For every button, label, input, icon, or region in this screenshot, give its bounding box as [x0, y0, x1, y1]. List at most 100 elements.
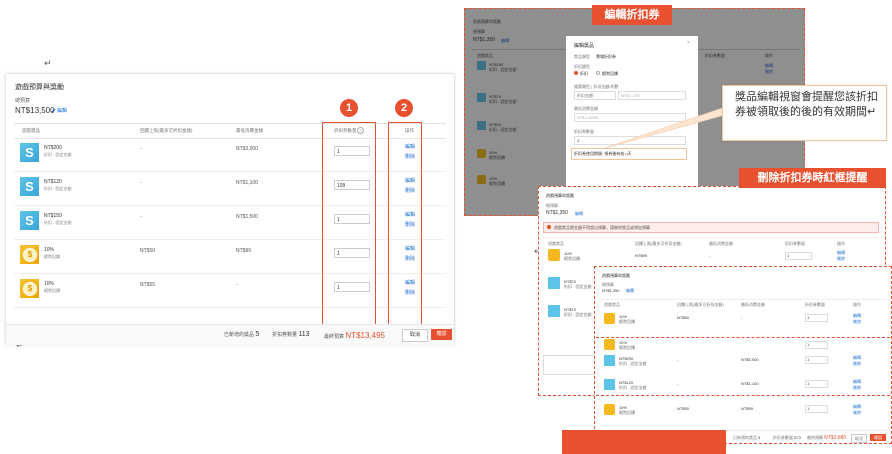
confirm-button[interactable]: 確認: [431, 329, 452, 340]
budget-value: NT$13,500: [15, 106, 55, 115]
shot3-title: 遊戲預算與獎勵: [602, 273, 630, 278]
min-spend-value: NT$1,500: [236, 214, 258, 220]
radio-discount[interactable]: [574, 71, 578, 75]
row-sub: 折扣 - 固定金額: [619, 385, 647, 390]
amount-input[interactable]: NT$ 1-100: [618, 91, 686, 100]
row-sub: 蝦幣回饋: [564, 256, 580, 261]
coin-icon: [604, 313, 615, 324]
min-spend-value: NT$3,000: [236, 146, 258, 152]
row-qty-input[interactable]: 1: [805, 341, 828, 349]
voucher-s-icon: S: [20, 177, 39, 196]
voucher-s-icon: [477, 61, 486, 70]
radio-discount-label: 折扣: [580, 71, 588, 76]
product-type: 折扣 - 固定金額: [44, 186, 72, 191]
coin-icon: [477, 175, 486, 184]
edit-budget-link[interactable]: 編輯: [51, 107, 67, 114]
orange-label-bar: [562, 430, 726, 454]
error-alert: 遊戲獎品總金額不得超出預算，請刪除獎品或增加預算: [543, 222, 879, 233]
product-name: NT$200: [44, 145, 62, 151]
radio-coins[interactable]: [596, 71, 600, 75]
delete-link[interactable]: 刪除: [837, 256, 845, 262]
bg-row-sub: 折扣 - 固定金額: [489, 99, 517, 104]
row-qty-input[interactable]: 1: [785, 252, 812, 260]
shot2-edit[interactable]: 編輯: [575, 211, 583, 217]
table-row: $ 10% 蝦幣回饋 NT$50 NT$99 1 編輯 刪除: [14, 239, 446, 274]
shot3-edit[interactable]: 編輯: [626, 288, 634, 294]
row-qty-input[interactable]: 1: [805, 314, 828, 322]
product-name: NT$150: [44, 213, 62, 219]
row-sub: 蝦幣回饋: [619, 319, 635, 324]
close-icon[interactable]: ×: [687, 40, 690, 46]
row-sub: 折扣 - 固定金額: [564, 284, 592, 289]
row-min: NT$1,100: [741, 381, 759, 386]
delete-link[interactable]: 刪除: [853, 410, 861, 416]
bg-title: 遊戲預算與獎勵: [473, 19, 501, 24]
row-limit: -: [677, 357, 679, 362]
col-product: 遊戲獎品: [548, 241, 564, 246]
delete-link[interactable]: 刪除: [853, 385, 861, 391]
shot2-budget: NT$1,350: [546, 210, 568, 216]
budget-overview-screenshot: 遊戲預算與獎勵 總預算 NT$1,350 編輯 遊戲獎品 回饋上限(最多可折扣金…: [594, 266, 892, 444]
table-row: S NT$150 折扣 - 固定金額 - NT$1,500 1 編輯 刪除: [14, 205, 446, 240]
row-sub: 蝦幣回饋: [619, 345, 635, 350]
bg-col-action: 操作: [765, 53, 773, 58]
min-spend-value: NT$1,100: [236, 180, 258, 186]
row-limit: NT$50: [677, 406, 690, 411]
callout-text: 獎品編輯視窗會提醒您該折扣券被領取後的後的有效期間↵: [735, 91, 878, 118]
min-spend-value: -: [236, 282, 238, 288]
bg-delete-link: 刪除: [765, 69, 773, 74]
voucher-s-icon: [477, 121, 486, 130]
coin-icon: [604, 404, 615, 415]
modal-title: 編輯獎品: [574, 43, 595, 49]
col-product: 遊戲獎品: [604, 302, 620, 307]
prize-type-value: 賣場折扣券: [596, 54, 616, 59]
pencil-icon: [51, 108, 56, 113]
cancel-button[interactable]: 取消: [402, 329, 428, 342]
row-qty-input[interactable]: 1: [805, 405, 828, 413]
table-row: S NT$200 折扣 - 固定金額 - NT$3,000 1 編輯 刪除: [14, 137, 446, 172]
panel-title: 遊戲預算與獎勵: [15, 84, 64, 91]
row-limit: NT$50: [677, 315, 690, 320]
voucher-count: 折扣券數量 113: [272, 331, 310, 338]
col-qty: 折扣券數量: [785, 241, 805, 246]
final-budget: 最終預算 NT$13,495: [324, 331, 385, 340]
budget-label: 總預算: [15, 98, 31, 104]
amount-type-select[interactable]: 折扣金額: [574, 91, 616, 100]
row-sub: 折扣 - 固定金額: [564, 312, 592, 317]
panel-footer: 已新增的獎品 5 折扣券數量 113 最終預算 NT$13,495 取消 確認: [6, 324, 454, 345]
cancel-button[interactable]: 取消: [851, 434, 867, 443]
final-budget: 最終預算 NT$3,680: [807, 435, 847, 441]
confirm-button[interactable]: 確認: [870, 434, 886, 441]
limit-value: -: [140, 180, 142, 186]
voucher-s-icon: [548, 305, 560, 317]
bg-budget-label: 總預算: [473, 29, 485, 34]
row-sub: 折扣 - 固定金額: [619, 361, 647, 366]
voucher-s-icon: [477, 93, 486, 102]
callout-arrow: [601, 106, 726, 150]
coin-icon: $: [20, 279, 39, 298]
radio-coins-label: 蝦幣回饋: [602, 71, 618, 76]
selected-count: 已新增的獎品 5: [733, 435, 761, 440]
row-limit: -: [677, 381, 679, 386]
col-qty: 折扣券數量: [805, 302, 825, 307]
limit-value: NT$55: [140, 282, 156, 288]
col-action: 操作: [837, 241, 845, 246]
col-product: 遊戲獎品: [22, 128, 40, 133]
shot3-budget: NT$1,350: [602, 288, 620, 293]
row-qty-input[interactable]: 1: [805, 380, 828, 388]
callout-note: 獎品編輯視窗會提醒您該折扣券被領取後的後的有效期間↵: [722, 85, 887, 141]
delete-link[interactable]: 刪除: [853, 361, 861, 367]
paragraph-mark: ↵: [44, 58, 52, 68]
row-qty-input[interactable]: 1: [805, 356, 828, 364]
min-spend-value: NT$99: [236, 248, 252, 254]
product-name: NT$120: [44, 179, 62, 185]
bg-col-qty: 折扣券數量: [705, 53, 725, 58]
col-limit: 回饋上限(最多可折扣金額): [635, 241, 682, 246]
error-alert-text: 遊戲獎品總金額不得超出預算，請刪除獎品或增加預算: [554, 225, 650, 230]
voucher-s-icon: [548, 277, 560, 289]
delete-link[interactable]: 刪除: [853, 319, 861, 325]
delete-voucher-tag: 刪除折扣券時紅框提醒: [739, 168, 886, 188]
row-min: NT$99: [741, 406, 754, 411]
product-type: 蝦幣回饋: [44, 254, 60, 259]
voucher-s-icon: S: [20, 143, 39, 162]
